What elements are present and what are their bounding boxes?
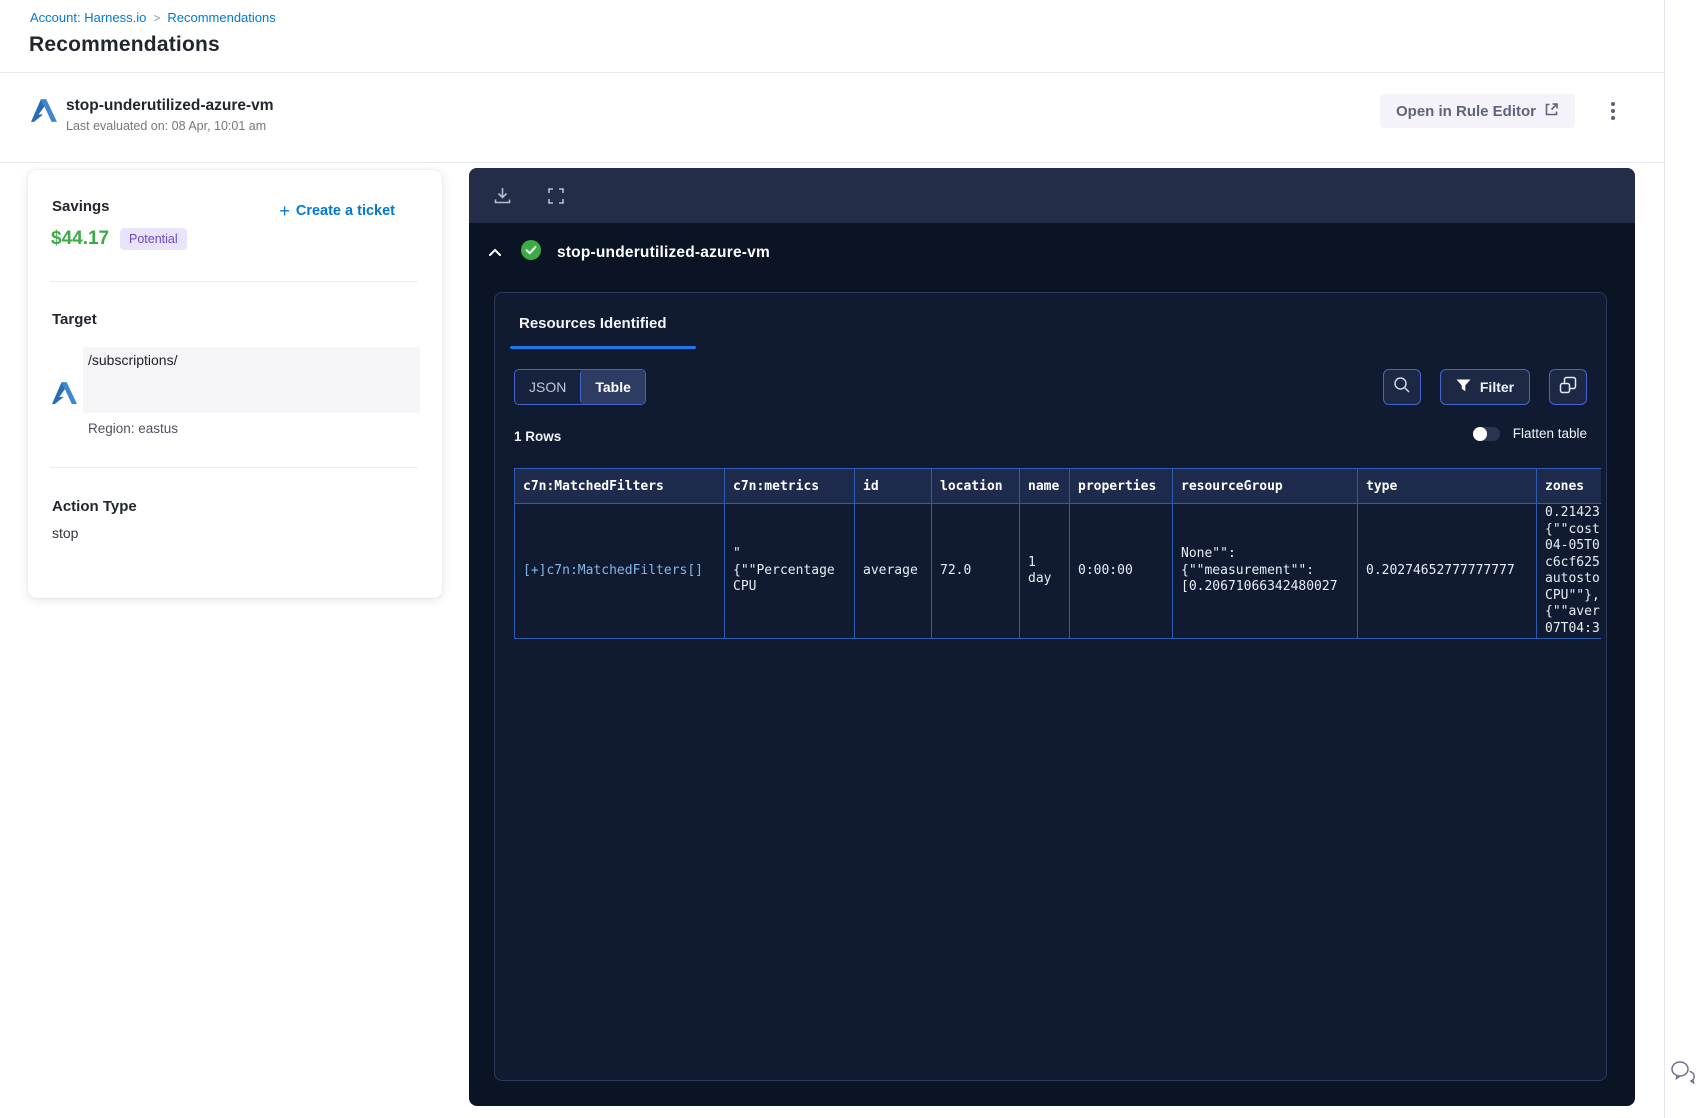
resources-table: c7n:MatchedFilters c7n:metrics id locati… xyxy=(514,468,1601,639)
breadcrumb-account-link[interactable]: Account: Harness.io xyxy=(30,10,146,25)
cell-location: 72.0 xyxy=(931,503,1020,639)
page-title: Recommendations xyxy=(29,33,220,56)
savings-label: Savings xyxy=(52,198,110,215)
column-header[interactable]: id xyxy=(854,468,932,504)
column-header[interactable]: c7n:metrics xyxy=(724,468,855,504)
cell-id: average xyxy=(854,503,932,639)
right-rail-divider xyxy=(1664,0,1665,1118)
recommendation-last-evaluated: Last evaluated on: 08 Apr, 10:01 am xyxy=(66,119,267,133)
download-icon[interactable] xyxy=(491,185,513,207)
search-button[interactable] xyxy=(1383,369,1421,405)
recommendation-name: stop-underutilized-azure-vm xyxy=(66,97,274,114)
resources-identified-panel: Resources Identified JSON Table Filter 1… xyxy=(494,292,1607,1081)
filter-button[interactable]: Filter xyxy=(1440,369,1530,405)
column-header[interactable]: location xyxy=(931,468,1020,504)
resources-table-wrapper: c7n:MatchedFilters c7n:metrics id locati… xyxy=(514,468,1601,639)
flatten-toggle[interactable] xyxy=(1472,426,1500,441)
create-ticket-button[interactable]: + Create a ticket xyxy=(279,201,395,221)
create-ticket-label: Create a ticket xyxy=(295,203,395,219)
view-mode-toggle: JSON Table xyxy=(514,369,646,405)
chat-help-icon[interactable] xyxy=(1670,1058,1697,1090)
table-row: [+]c7n:MatchedFilters[] " {""Percentage … xyxy=(514,503,1601,639)
column-header[interactable]: resourceGroup xyxy=(1172,468,1358,504)
open-rule-editor-button[interactable]: Open in Rule Editor xyxy=(1380,94,1576,128)
copy-icon xyxy=(1559,376,1577,399)
filter-label: Filter xyxy=(1479,379,1515,395)
savings-amount: $44.17 xyxy=(51,228,110,249)
flatten-table-control: Flatten table xyxy=(1472,426,1587,441)
target-label: Target xyxy=(52,311,97,328)
view-json-option[interactable]: JSON xyxy=(515,370,580,404)
target-region: Region: eastus xyxy=(88,421,179,436)
copy-button[interactable] xyxy=(1549,369,1587,405)
action-type-value: stop xyxy=(52,525,79,541)
matched-filters-expand-link[interactable]: [+]c7n:MatchedFilters[] xyxy=(523,563,703,578)
header-divider xyxy=(0,72,1664,73)
section-divider xyxy=(0,162,1664,163)
cell-metrics: " {""Percentage CPU xyxy=(724,503,855,639)
column-header[interactable]: zones xyxy=(1536,468,1601,504)
search-icon xyxy=(1393,376,1411,399)
target-path: /subscriptions/ xyxy=(88,352,178,368)
tab-resources-identified[interactable]: Resources Identified xyxy=(519,315,667,332)
more-options-icon[interactable] xyxy=(1598,96,1628,126)
rows-count: 1 Rows xyxy=(514,429,562,444)
view-table-option[interactable]: Table xyxy=(580,370,645,404)
fullscreen-icon[interactable] xyxy=(545,185,567,207)
action-type-label: Action Type xyxy=(52,498,137,515)
panel-toolbar xyxy=(469,168,1635,223)
table-header-row: c7n:MatchedFilters c7n:metrics id locati… xyxy=(514,468,1601,504)
column-header[interactable]: properties xyxy=(1069,468,1173,504)
success-check-icon xyxy=(521,240,541,265)
open-rule-editor-label: Open in Rule Editor xyxy=(1396,102,1537,120)
filter-icon xyxy=(1456,379,1471,395)
rule-result-header: stop-underutilized-azure-vm xyxy=(485,240,770,265)
cell-resource-group: None"": {""measurement"": [0.20671066342… xyxy=(1172,503,1358,639)
column-header[interactable]: c7n:MatchedFilters xyxy=(514,468,725,504)
breadcrumb-separator: > xyxy=(153,10,161,25)
cell-type: 0.20274652777777777 xyxy=(1357,503,1537,639)
column-header[interactable]: name xyxy=(1019,468,1070,504)
card-divider xyxy=(50,467,418,468)
cell-zones: 0.21423 {""cost 04-05T0 c6cf625 autosto … xyxy=(1536,503,1601,639)
panel-rule-title: stop-underutilized-azure-vm xyxy=(557,243,770,261)
flatten-table-label: Flatten table xyxy=(1512,426,1587,441)
column-header[interactable]: type xyxy=(1357,468,1537,504)
active-tab-indicator xyxy=(510,346,696,349)
cell-properties: 0:00:00 xyxy=(1069,503,1173,639)
breadcrumb: Account: Harness.io > Recommendations xyxy=(30,10,276,25)
table-controls-row: JSON Table Filter xyxy=(495,369,1606,405)
collapse-chevron-icon[interactable] xyxy=(485,243,505,263)
breadcrumb-page-link[interactable]: Recommendations xyxy=(167,10,275,25)
plus-icon: + xyxy=(279,201,290,221)
card-divider xyxy=(50,281,418,282)
azure-logo-icon xyxy=(52,382,77,409)
cell-name: 1 day xyxy=(1019,503,1070,639)
azure-logo-icon xyxy=(31,99,57,127)
external-link-icon xyxy=(1544,102,1559,121)
evaluation-output-panel: stop-underutilized-azure-vm Resources Id… xyxy=(469,168,1635,1106)
recommendation-details-card: Savings + Create a ticket $44.17 Potenti… xyxy=(28,170,442,598)
savings-potential-badge: Potential xyxy=(120,228,187,250)
